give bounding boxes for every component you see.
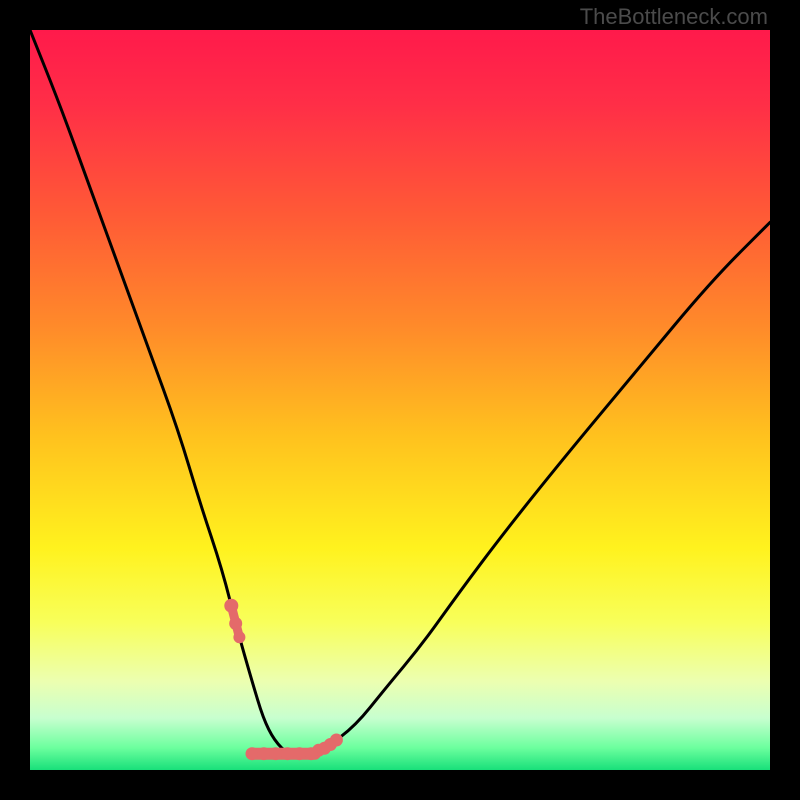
curve-layer xyxy=(30,30,770,770)
plot-area xyxy=(30,30,770,770)
valley-segment xyxy=(231,606,239,638)
valley-marks xyxy=(224,599,343,761)
valley-dot xyxy=(246,747,259,760)
valley-dot xyxy=(305,747,318,760)
bottleneck-curve xyxy=(30,30,770,755)
chart-frame: TheBottleneck.com xyxy=(0,0,800,800)
valley-dot xyxy=(269,747,282,760)
valley-dot xyxy=(257,747,270,760)
valley-dot xyxy=(281,747,294,760)
valley-dot xyxy=(293,747,306,760)
watermark-text: TheBottleneck.com xyxy=(580,4,768,30)
